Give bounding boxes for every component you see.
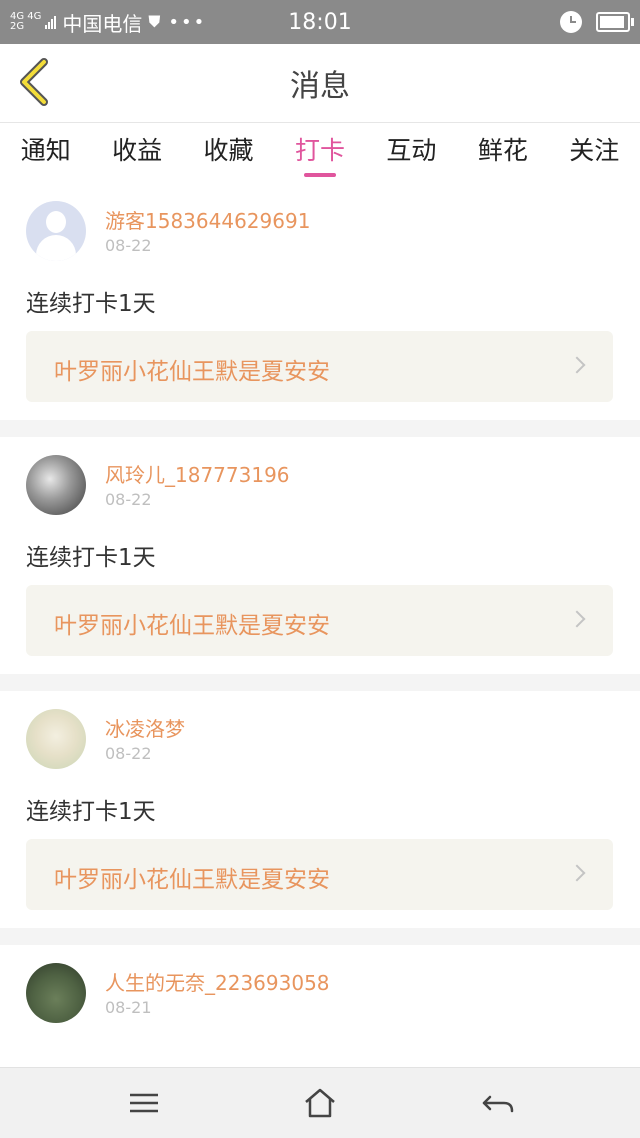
page-title: 消息 xyxy=(290,69,350,104)
checkin-text: 连续打卡1天 xyxy=(26,545,156,571)
message-date: 08-21 xyxy=(105,998,152,1017)
home-icon xyxy=(305,1088,335,1118)
message-card: 人生的无奈_223693058 08-21 xyxy=(0,945,640,1068)
work-title: 叶罗丽小花仙王默是夏安安 xyxy=(54,613,330,639)
work-link[interactable]: 叶罗丽小花仙王默是夏安安 xyxy=(26,331,613,402)
home-button[interactable] xyxy=(302,1086,338,1120)
work-title: 叶罗丽小花仙王默是夏安安 xyxy=(54,867,330,893)
tab-favorites[interactable]: 收藏 xyxy=(183,123,274,183)
message-list: 游客1583644629691 08-22 连续打卡1天 叶罗丽小花仙王默是夏安… xyxy=(0,183,640,1068)
chevron-right-icon xyxy=(568,356,586,374)
username[interactable]: 人生的无奈_223693058 xyxy=(105,967,330,996)
shield-icon: ⛊ xyxy=(148,12,161,31)
status-bar: 4G 4G 2G 中国电信 ⛊ ••• 18:01 xyxy=(0,0,640,44)
work-link[interactable]: 叶罗丽小花仙王默是夏安安 xyxy=(26,839,613,910)
header: 消息 xyxy=(0,44,640,123)
menu-icon xyxy=(130,1093,158,1113)
chevron-right-icon xyxy=(568,864,586,882)
message-card: 冰凌洛梦 08-22 连续打卡1天 叶罗丽小花仙王默是夏安安 xyxy=(0,691,640,928)
username[interactable]: 风玲儿_187773196 xyxy=(105,459,290,488)
message-date: 08-22 xyxy=(105,744,152,763)
tab-checkin[interactable]: 打卡 xyxy=(274,123,365,183)
avatar[interactable] xyxy=(26,201,86,261)
tab-earnings[interactable]: 收益 xyxy=(91,123,182,183)
system-nav-bar xyxy=(0,1067,640,1138)
more-notifications-icon: ••• xyxy=(168,11,207,33)
network-type-bottom: 2G xyxy=(10,21,25,32)
menu-button[interactable] xyxy=(126,1086,162,1120)
work-link[interactable]: 叶罗丽小花仙王默是夏安安 xyxy=(26,585,613,656)
back-button[interactable] xyxy=(16,56,56,108)
chevron-left-icon xyxy=(20,58,48,106)
message-date: 08-22 xyxy=(105,490,152,509)
back-nav-button[interactable] xyxy=(480,1086,516,1120)
tab-flowers[interactable]: 鲜花 xyxy=(457,123,548,183)
carrier-name: 中国电信 xyxy=(62,11,143,36)
checkin-text: 连续打卡1天 xyxy=(26,291,156,317)
tab-notice[interactable]: 通知 xyxy=(0,123,91,183)
alarm-icon xyxy=(560,11,582,33)
avatar[interactable] xyxy=(26,963,86,1023)
network-type: 4G 4G 2G xyxy=(10,12,41,32)
avatar[interactable] xyxy=(26,709,86,769)
tab-follow[interactable]: 关注 xyxy=(549,123,640,183)
return-icon xyxy=(482,1095,514,1113)
tab-interaction[interactable]: 互动 xyxy=(366,123,457,183)
avatar[interactable] xyxy=(26,455,86,515)
chevron-right-icon xyxy=(568,610,586,628)
work-title: 叶罗丽小花仙王默是夏安安 xyxy=(54,359,330,385)
username[interactable]: 游客1583644629691 xyxy=(105,205,310,234)
message-card: 游客1583644629691 08-22 连续打卡1天 叶罗丽小花仙王默是夏安… xyxy=(0,183,640,420)
tab-bar: 通知 收益 收藏 打卡 互动 鲜花 关注 xyxy=(0,123,640,183)
message-date: 08-22 xyxy=(105,236,152,255)
battery-icon xyxy=(596,12,634,32)
username[interactable]: 冰凌洛梦 xyxy=(105,713,185,742)
signal-icon xyxy=(45,15,57,29)
checkin-text: 连续打卡1天 xyxy=(26,799,156,825)
message-card: 风玲儿_187773196 08-22 连续打卡1天 叶罗丽小花仙王默是夏安安 xyxy=(0,437,640,674)
